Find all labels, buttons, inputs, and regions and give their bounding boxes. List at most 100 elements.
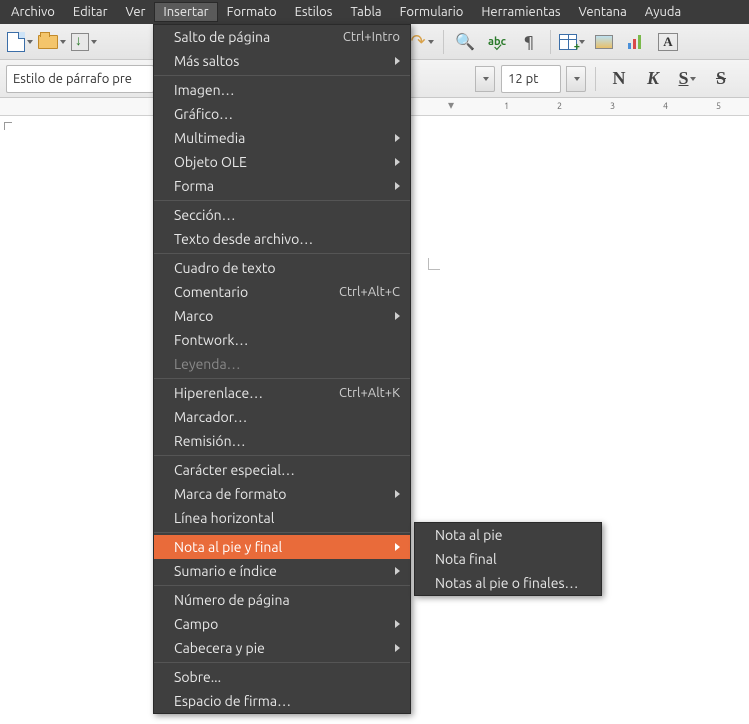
font-size-combo[interactable]: 12 pt (501, 65, 561, 93)
menu-formulario[interactable]: Formulario (391, 2, 473, 22)
submenu-item-nota-final[interactable]: Nota final (415, 547, 601, 571)
ruler-mark: 2 (557, 101, 562, 111)
menu-item-cuadro-de-texto[interactable]: Cuadro de texto (154, 256, 410, 280)
menu-ver[interactable]: Ver (117, 2, 155, 22)
strikethrough-button[interactable]: S (707, 65, 735, 93)
ruler-mark: 3 (610, 101, 615, 111)
menu-item-caracter-especial[interactable]: Carácter especial… (154, 458, 410, 482)
menu-item-accel: Ctrl+Alt+C (339, 285, 400, 299)
menu-tabla[interactable]: Tabla (341, 2, 390, 22)
folder-icon (38, 35, 58, 49)
menu-item-mas-saltos[interactable]: Más saltos (154, 49, 410, 73)
spellcheck-button[interactable]: abc (483, 28, 511, 56)
open-button[interactable] (38, 28, 66, 56)
submenu-arrow-icon (395, 567, 400, 575)
menu-item-marco[interactable]: Marco (154, 304, 410, 328)
menu-item-label: Espacio de firma… (174, 693, 400, 709)
underline-label: S (678, 68, 688, 89)
menu-item-hiperenlace[interactable]: Hiperenlace…Ctrl+Alt+K (154, 381, 410, 405)
menu-item-label: Línea horizontal (174, 510, 400, 526)
menu-item-label: Sección… (174, 207, 400, 223)
submenu-item-nota-al-pie[interactable]: Nota al pie (415, 523, 601, 547)
bold-button[interactable]: N (605, 65, 633, 93)
menu-item-sumario-e-indice[interactable]: Sumario e índice (154, 559, 410, 583)
submenu-arrow-icon (395, 57, 400, 65)
italic-button[interactable]: K (639, 65, 667, 93)
chevron-down-icon (60, 40, 66, 44)
submenu-arrow-icon (395, 644, 400, 652)
submenu-arrow-icon (395, 158, 400, 166)
menu-separator (154, 532, 410, 533)
submenu-arrow-icon (395, 182, 400, 190)
submenu-item-notas-al-pie-o-finales[interactable]: Notas al pie o finales… (415, 571, 601, 595)
chevron-down-icon (690, 77, 696, 81)
submenu-arrow-icon (395, 134, 400, 142)
new-document-button[interactable] (6, 28, 34, 56)
menu-item-label: Marco (174, 308, 387, 324)
insert-table-button[interactable]: + (558, 28, 586, 56)
menu-item-imagen[interactable]: Imagen… (154, 78, 410, 102)
formatting-marks-button[interactable]: ¶ (515, 28, 543, 56)
menu-item-label: Imagen… (174, 82, 400, 98)
menu-item-cabecera-y-pie[interactable]: Cabecera y pie (154, 636, 410, 660)
menu-item-sobre[interactable]: Sobre... (154, 665, 410, 689)
menu-item-seccion[interactable]: Sección… (154, 203, 410, 227)
search-icon: 🔍 (455, 32, 475, 51)
menu-ayuda[interactable]: Ayuda (636, 2, 690, 22)
menu-item-espacio-de-firma[interactable]: Espacio de firma… (154, 689, 410, 713)
menu-item-fontwork[interactable]: Fontwork… (154, 328, 410, 352)
menu-item-accel: Ctrl+Intro (343, 30, 400, 44)
find-button[interactable]: 🔍 (451, 28, 479, 56)
menu-item-campo[interactable]: Campo (154, 612, 410, 636)
menu-item-label: Más saltos (174, 53, 387, 69)
menu-item-label: Marca de formato (174, 486, 387, 502)
insert-chart-button[interactable] (622, 28, 650, 56)
menu-item-label: Objeto OLE (174, 154, 387, 170)
menu-item-label: Carácter especial… (174, 462, 400, 478)
underline-button[interactable]: S (673, 65, 701, 93)
menu-item-label: Nota al pie (435, 527, 591, 543)
submenu-arrow-icon (395, 543, 400, 551)
menu-item-marcador[interactable]: Marcador… (154, 405, 410, 429)
save-icon (71, 33, 89, 51)
menu-herramientas[interactable]: Herramientas (472, 2, 569, 22)
menu-item-marca-de-formato[interactable]: Marca de formato (154, 482, 410, 506)
menu-item-grafico[interactable]: Gráfico… (154, 102, 410, 126)
menu-item-comentario[interactable]: ComentarioCtrl+Alt+C (154, 280, 410, 304)
menu-item-label: Leyenda… (174, 356, 400, 372)
chevron-down-icon (428, 40, 434, 44)
menu-editar[interactable]: Editar (64, 2, 117, 22)
chevron-down-icon (574, 77, 580, 81)
menu-item-salto-de-pagina[interactable]: Salto de páginaCtrl+Intro (154, 25, 410, 49)
redo-button[interactable]: ↷ (408, 28, 436, 56)
menu-separator (154, 455, 410, 456)
table-icon: + (559, 34, 577, 50)
paragraph-style-combo[interactable]: Estilo de párrafo pre (6, 65, 154, 93)
insert-textbox-button[interactable]: A (654, 28, 682, 56)
insert-image-button[interactable] (590, 28, 618, 56)
menu-item-linea-horizontal[interactable]: Línea horizontal (154, 506, 410, 530)
menu-estilos[interactable]: Estilos (286, 2, 342, 22)
font-size-dropdown[interactable] (566, 66, 586, 92)
menu-item-objeto-ole[interactable]: Objeto OLE (154, 150, 410, 174)
menu-insertar[interactable]: Insertar (154, 2, 217, 22)
menu-item-numero-de-pagina[interactable]: Número de página (154, 588, 410, 612)
menu-archivo[interactable]: Archivo (2, 2, 64, 22)
menu-item-nota-al-pie-y-final[interactable]: Nota al pie y final (154, 535, 410, 559)
save-button[interactable] (70, 28, 98, 56)
menu-formato[interactable]: Formato (218, 2, 286, 22)
font-name-dropdown[interactable] (475, 66, 495, 92)
menu-item-forma[interactable]: Forma (154, 174, 410, 198)
toolbar-separator (550, 30, 551, 54)
menu-separator (154, 253, 410, 254)
menu-item-texto-desde-archivo[interactable]: Texto desde archivo… (154, 227, 410, 251)
toolbar-separator (595, 67, 596, 91)
toolbar-separator (443, 30, 444, 54)
menu-item-multimedia[interactable]: Multimedia (154, 126, 410, 150)
chart-icon (628, 35, 644, 49)
menu-item-accel: Ctrl+Alt+K (339, 386, 400, 400)
chevron-down-icon (27, 40, 33, 44)
menu-item-remision[interactable]: Remisión… (154, 429, 410, 453)
menu-ventana[interactable]: Ventana (570, 2, 636, 22)
menu-item-label: Número de página (174, 592, 400, 608)
